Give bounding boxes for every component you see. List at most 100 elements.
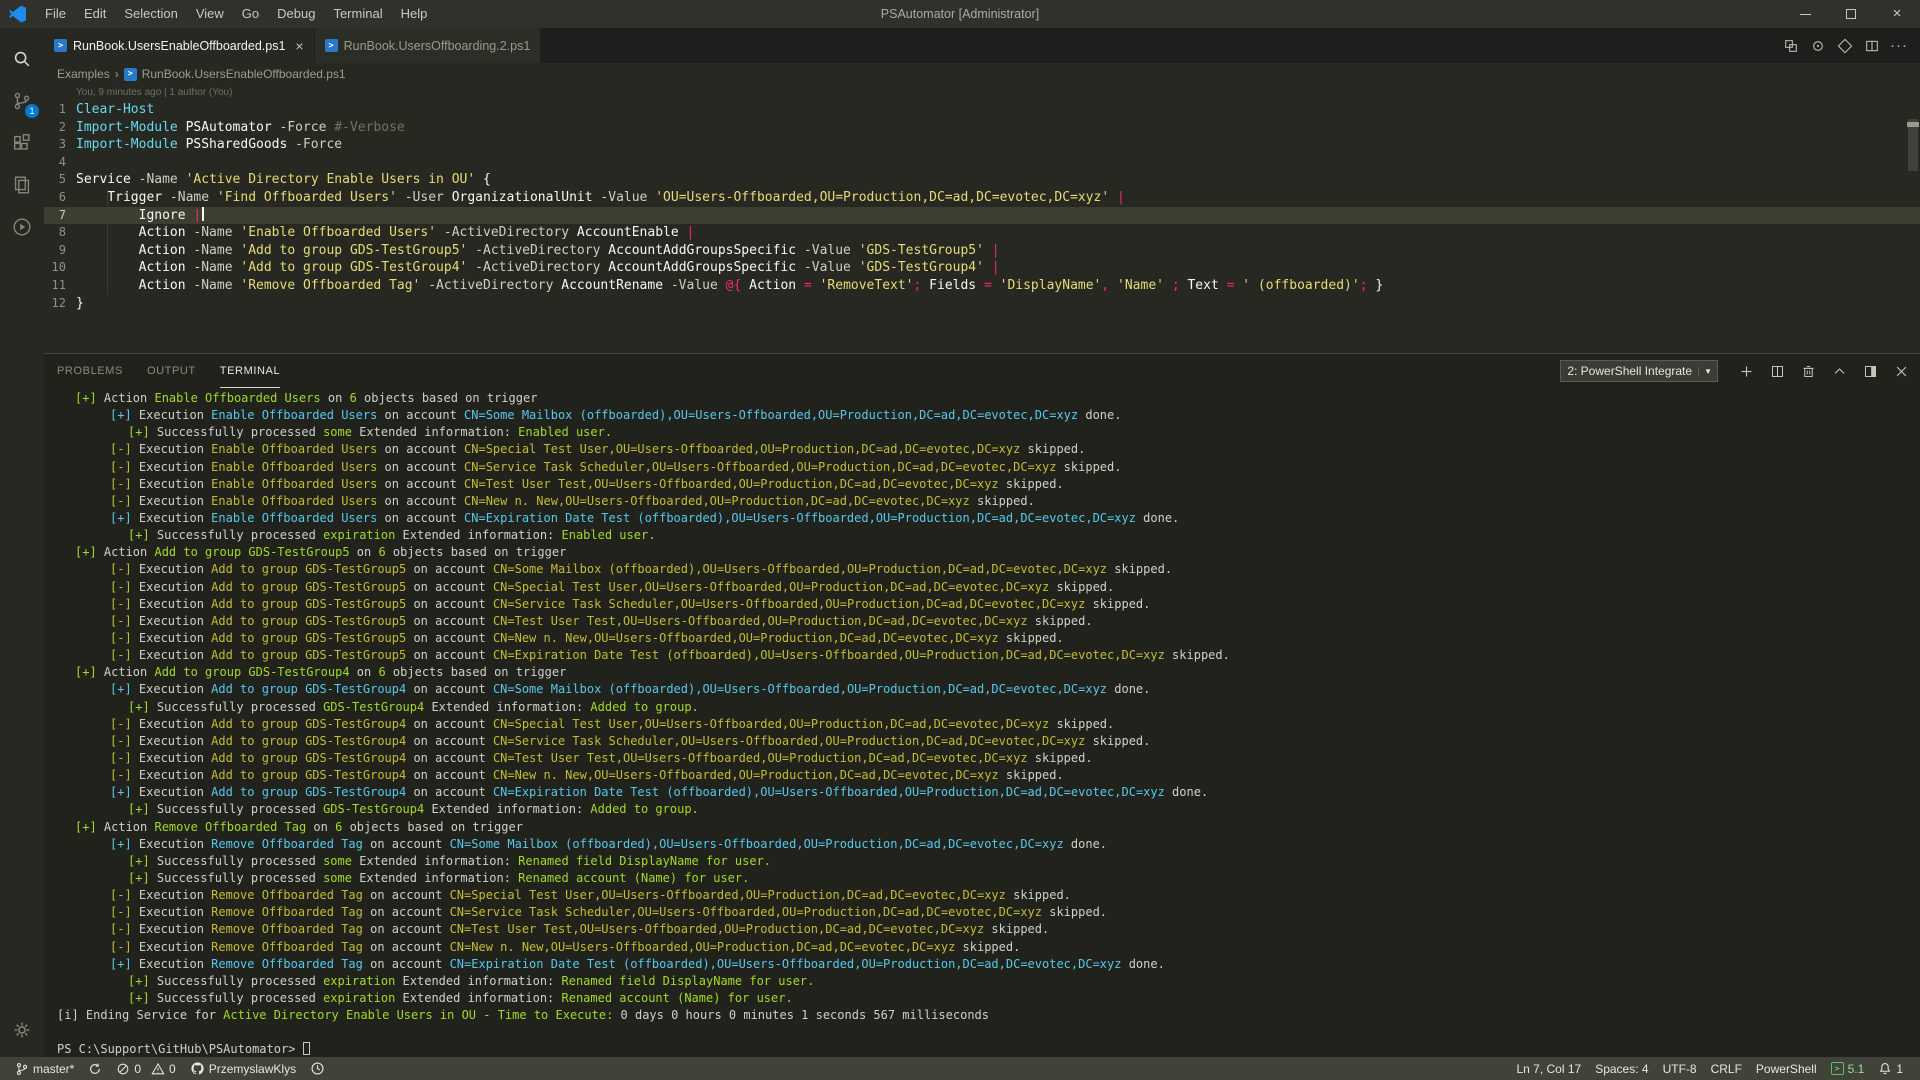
terminal-select[interactable]: 2: PowerShell Integrate ▼ [1560, 360, 1718, 382]
indentation-status[interactable]: Spaces: 4 [1588, 1057, 1655, 1080]
code-line[interactable]: 4 [44, 154, 1920, 172]
minimize-button[interactable] [1782, 0, 1828, 28]
terminal-line: [+] Execution Remove Offboarded Tag on a… [57, 956, 1920, 973]
code-text: Ignore | [76, 207, 204, 225]
menu-debug[interactable]: Debug [268, 0, 324, 28]
menu-edit[interactable]: Edit [75, 0, 115, 28]
search-icon[interactable] [0, 38, 44, 80]
code-line[interactable]: 10 Action -Name 'Add to group GDS-TestGr… [44, 259, 1920, 277]
editor-actions: ··· [1782, 28, 1920, 63]
more-actions-icon[interactable]: ··· [1890, 37, 1908, 55]
sync-button[interactable] [81, 1057, 109, 1080]
terminal-text-segment: Execution [139, 477, 211, 491]
breadcrumb-file[interactable]: RunBook.UsersEnableOffboarded.ps1 [142, 67, 346, 81]
tab-output[interactable]: OUTPUT [147, 354, 196, 388]
tab-close-icon[interactable]: × [295, 38, 303, 54]
preview-icon[interactable] [1809, 37, 1827, 55]
source-control-icon[interactable]: 1 [0, 80, 44, 122]
panel-layout-icon[interactable] [1861, 362, 1879, 380]
terminal-text-segment: CN=Test User Test,OU=Users-Offboarded,OU… [450, 922, 985, 936]
terminal-text-segment: objects based on trigger [342, 820, 523, 834]
cursor-position-status[interactable]: Ln 7, Col 17 [1509, 1057, 1588, 1080]
code-token: -ActiveDirectory [467, 243, 600, 258]
problems-status[interactable]: 0 0 [109, 1057, 182, 1080]
code-line[interactable]: 2Import-Module PSAutomator -Force #-Verb… [44, 119, 1920, 137]
code-line[interactable]: 11 Action -Name 'Remove Offboarded Tag' … [44, 277, 1920, 295]
language-mode-status[interactable]: PowerShell [1749, 1057, 1824, 1080]
code-line[interactable]: 6 Trigger -Name 'Find Offboarded Users' … [44, 189, 1920, 207]
maximize-panel-chevron-icon[interactable] [1830, 362, 1848, 380]
terminal-text-segment: skipped. [970, 494, 1035, 508]
encoding-status[interactable]: UTF-8 [1656, 1057, 1704, 1080]
git-branch-status[interactable]: master* [8, 1057, 81, 1080]
code-token: } [76, 296, 84, 311]
settings-gear-icon[interactable] [0, 1009, 44, 1051]
breadcrumb-folder[interactable]: Examples [57, 67, 110, 81]
eol-status[interactable]: CRLF [1704, 1057, 1749, 1080]
terminal-line: [-] Execution Add to group GDS-TestGroup… [57, 596, 1920, 613]
terminal-text-segment: CN=Some Mailbox (offboarded),OU=Users-Of… [493, 562, 1107, 576]
maximize-button[interactable] [1828, 0, 1874, 28]
kill-terminal-trash-icon[interactable] [1799, 362, 1817, 380]
eol: CRLF [1711, 1062, 1742, 1076]
explorer-files-icon[interactable] [0, 164, 44, 206]
menu-terminal[interactable]: Terminal [324, 0, 391, 28]
terminal-text-segment: 6 [350, 391, 357, 405]
open-changes-icon[interactable] [1782, 37, 1800, 55]
terminal-text-segment: [+] [75, 545, 104, 559]
terminal-text-segment: expiration [323, 974, 395, 988]
tab-runbook-usersoffboarding-2[interactable]: > RunBook.UsersOffboarding.2.ps1 [314, 28, 541, 63]
terminal-text-segment: [+] [75, 820, 104, 834]
powershell-version-status[interactable]: > 5.1 [1824, 1057, 1872, 1080]
code-editor[interactable]: You, 9 minutes ago | 1 author (You) 1Cle… [44, 85, 1920, 353]
terminal-text-segment: [-] [110, 442, 139, 456]
code-line[interactable]: 8 Action -Name 'Enable Offboarded Users'… [44, 224, 1920, 242]
terminal-text-segment: [-] [110, 648, 139, 662]
clock-button[interactable] [303, 1057, 332, 1080]
terminal-text-segment: Execution [139, 614, 211, 628]
menu-file[interactable]: File [36, 0, 75, 28]
close-panel-icon[interactable] [1892, 362, 1910, 380]
compare-icon[interactable] [1836, 37, 1854, 55]
terminal-text-segment: on account [406, 597, 493, 611]
terminal-text-segment: Action [104, 545, 155, 559]
overview-ruler-mark [1907, 122, 1919, 127]
tab-problems[interactable]: PROBLEMS [57, 354, 123, 388]
terminal-text-segment: Successfully processed [157, 802, 323, 816]
terminal-text-segment: skipped. [999, 768, 1064, 782]
terminal-text-segment: Execution [139, 631, 211, 645]
run-circle-icon[interactable] [0, 206, 44, 248]
close-button[interactable]: × [1874, 0, 1920, 28]
indentation: Spaces: 4 [1595, 1062, 1648, 1076]
terminal-text-segment: [+] [128, 802, 157, 816]
menu-go[interactable]: Go [233, 0, 268, 28]
code-line[interactable]: 3Import-Module PSSharedGoods -Force [44, 136, 1920, 154]
terminal-output[interactable]: [+] Action Enable Offboarded Users on 6 … [44, 388, 1920, 1057]
menu-selection[interactable]: Selection [115, 0, 186, 28]
code-line[interactable]: 5Service -Name 'Active Directory Enable … [44, 171, 1920, 189]
new-terminal-icon[interactable] [1737, 362, 1755, 380]
code-line[interactable]: 9 Action -Name 'Add to group GDS-TestGro… [44, 242, 1920, 260]
code-token: 'OU=Users-Offboarded,OU=Production,DC=ad… [647, 190, 1109, 205]
tab-terminal[interactable]: TERMINAL [220, 354, 280, 388]
code-line[interactable]: 1Clear-Host [44, 101, 1920, 119]
github-account[interactable]: PrzemyslawKlys [183, 1057, 303, 1080]
notifications-status[interactable]: 1 [1871, 1057, 1910, 1080]
code-lines[interactable]: 1Clear-Host2Import-Module PSAutomator -F… [44, 101, 1920, 312]
terminal-text-segment: Execution [139, 888, 211, 902]
menu-help[interactable]: Help [392, 0, 437, 28]
terminal-text-segment: Active Directory Enable Users in OU - Ti… [223, 1008, 620, 1022]
extensions-icon[interactable] [0, 122, 44, 164]
terminal-text-segment: Execution [139, 837, 211, 851]
split-editor-icon[interactable] [1863, 37, 1881, 55]
codelens-blame[interactable]: You, 9 minutes ago | 1 author (You) [76, 85, 1920, 101]
tab-runbook-usersenableoffboarded[interactable]: > RunBook.UsersEnableOffboarded.ps1 × [44, 28, 314, 63]
status-bar: master* 0 0 PrzemyslawKlys Ln 7, Col 17 … [0, 1057, 1920, 1080]
terminal-text-segment: [-] [110, 940, 139, 954]
split-terminal-icon[interactable] [1768, 362, 1786, 380]
code-line[interactable]: 12} [44, 295, 1920, 313]
editor-scrollbar[interactable] [1906, 85, 1920, 353]
menu-view[interactable]: View [187, 0, 233, 28]
line-number: 11 [44, 277, 66, 295]
code-line[interactable]: 7 Ignore | [44, 207, 1920, 225]
